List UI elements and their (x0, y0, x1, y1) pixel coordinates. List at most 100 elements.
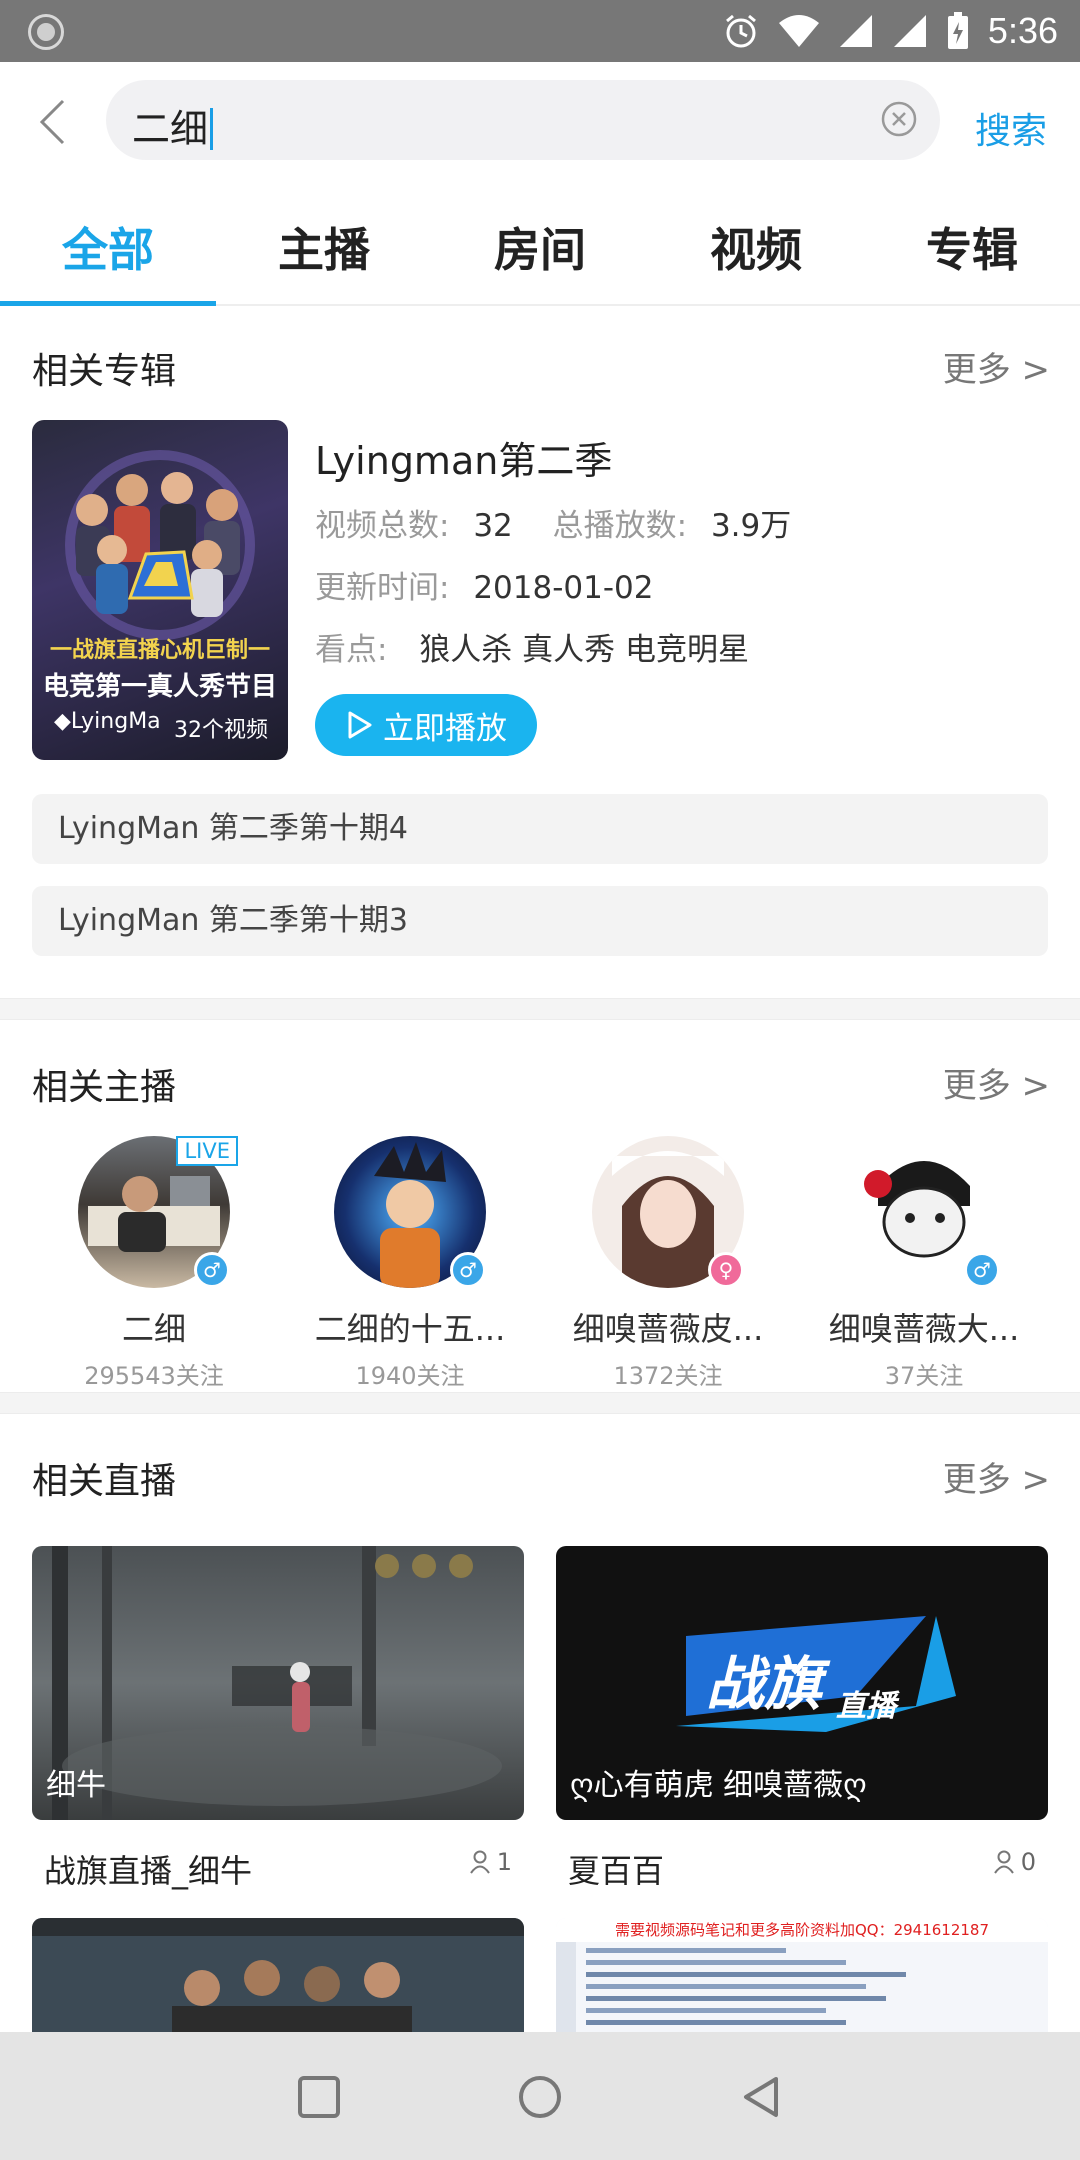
album-updated-row: 更新时间: 2018-01-02 (315, 562, 653, 607)
live-card[interactable]: 需要视频源码笔记和更多高阶资料加QQ：2941612187 (556, 1918, 1048, 2032)
back-button[interactable] (22, 90, 82, 154)
thumbnail-label: 细牛 (46, 1768, 106, 1803)
album-stats-row: 视频总数: 32 总播放数: 3.9万 (315, 500, 791, 545)
cover-artwork (65, 450, 255, 640)
live-thumbnail (32, 1918, 524, 2032)
avatar: ♂ (848, 1136, 1000, 1288)
notification-icon (28, 14, 64, 50)
live-card[interactable]: 细牛 战旗直播_细牛 1 (32, 1546, 524, 1890)
plays-value: 3.9万 (710, 508, 792, 544)
cover-title-line2: 电竞第一真人秀节目 (42, 672, 277, 702)
signal-icon-2 (893, 15, 926, 47)
albums-more-link[interactable]: 更多 > (943, 342, 1050, 391)
alarm-icon (725, 14, 756, 48)
recent-apps-button[interactable] (296, 2074, 342, 2120)
viewer-count-value: 1 (496, 1848, 512, 1876)
album-title[interactable]: Lyingman第二季 (315, 430, 612, 485)
clear-icon[interactable] (880, 100, 918, 138)
tab-all[interactable]: 全部 (0, 214, 216, 280)
category-tabs: 全部 主播 房间 视频 专辑 (0, 182, 1080, 306)
viewer-count-value: 0 (1020, 1848, 1036, 1876)
search-query: 二细 (132, 107, 209, 151)
avatar: ♀ (592, 1136, 744, 1288)
live-card[interactable]: 战旗 直播 ღ心有萌虎 细嗅蔷薇ღ 夏百百 0 (556, 1546, 1048, 1890)
avatar: ♂ (334, 1136, 486, 1288)
section-divider (0, 998, 1080, 1020)
viewer-count: 0 (993, 1848, 1036, 1876)
signal-icon (839, 15, 872, 47)
streamer-card[interactable]: LIVE ♂ 二细 295543关注 (44, 1136, 264, 1391)
status-bar: 5:36 (0, 0, 1080, 62)
clock: 5:36 (987, 10, 1058, 51)
text-caret (210, 108, 214, 150)
search-button[interactable]: 搜索 (975, 102, 1047, 154)
live-badge: LIVE (176, 1136, 238, 1166)
updated-value: 2018-01-02 (473, 570, 654, 606)
home-button[interactable] (517, 2074, 563, 2120)
streamer-card[interactable]: ♂ 二细的十五... 1940关注 (300, 1136, 520, 1391)
streamer-followers: 1940关注 (355, 1362, 465, 1390)
chevron-left-icon (39, 99, 65, 145)
streamer-name: 二细 (121, 1310, 186, 1348)
plays-key: 总播放数: (552, 508, 688, 544)
thumbnail-label: ღ心有萌虎 细嗅蔷薇ღ (570, 1768, 867, 1803)
battery-icon (947, 12, 968, 49)
streamer-card[interactable]: ♀ 细嗅蔷薇皮... 1372关注 (558, 1136, 778, 1391)
code-editor-screenshot (556, 1942, 906, 2032)
streamer-name: 细嗅蔷薇大... (828, 1310, 1020, 1348)
tab-streamers[interactable]: 主播 (216, 214, 432, 280)
video-count-value: 32 (473, 508, 513, 544)
episode-item[interactable]: LyingMan 第二季第十期3 (32, 886, 1048, 956)
streamers-section-title: 相关主播 (32, 1067, 177, 1108)
banner-text: 需要视频源码笔记和更多高阶资料加QQ：2941612187 (556, 1918, 1048, 1942)
male-icon: ♂ (194, 1252, 230, 1288)
album-tags-row: 看点: 狼人杀 真人秀 电竞明星 (315, 624, 749, 669)
tab-albums[interactable]: 专辑 (864, 214, 1080, 280)
live-thumbnail: 战旗 直播 ღ心有萌虎 细嗅蔷薇ღ (556, 1546, 1048, 1820)
play-now-button[interactable]: 立即播放 (315, 694, 537, 756)
logo-text: 战旗 (706, 1650, 831, 1718)
albums-section-title: 相关专辑 (32, 351, 177, 392)
tab-rooms[interactable]: 房间 (432, 214, 648, 280)
streamer-name: 细嗅蔷薇皮... (572, 1310, 764, 1348)
streamer-followers: 1372关注 (613, 1362, 723, 1390)
streamer-followers: 295543关注 (84, 1362, 224, 1390)
person-icon (469, 1850, 490, 1874)
viewer-count: 1 (469, 1848, 512, 1876)
section-divider (0, 1392, 1080, 1414)
album-cover[interactable]: 一战旗直播心机巨制一 电竞第一真人秀节目 ◆LyingMa 32个视频 (32, 420, 288, 760)
male-icon: ♂ (964, 1252, 1000, 1288)
person-icon (993, 1850, 1014, 1874)
search-input[interactable]: 二细 (106, 80, 940, 160)
episode-item[interactable]: LyingMan 第二季第十期4 (32, 794, 1048, 864)
live-thumbnail: 细牛 (32, 1546, 524, 1820)
logo-subtext: 直播 (836, 1689, 900, 1724)
play-now-label: 立即播放 (383, 710, 507, 747)
cover-title-line1: 一战旗直播心机巨制一 (49, 638, 270, 663)
back-nav-button[interactable] (738, 2074, 784, 2120)
active-tab-indicator (0, 301, 216, 306)
live-title: 战旗直播_细牛 (44, 1852, 253, 1890)
streamer-card[interactable]: ♂ 细嗅蔷薇大... 37关注 (814, 1136, 1034, 1391)
avatar: LIVE ♂ (78, 1136, 238, 1288)
tags-value: 狼人杀 真人秀 电竞明星 (419, 632, 750, 668)
male-icon: ♂ (450, 1252, 486, 1288)
tags-key: 看点: (315, 632, 388, 668)
updated-key: 更新时间: (315, 570, 450, 606)
search-header: 二细 搜索 (0, 62, 1080, 182)
streamer-followers: 37关注 (884, 1362, 964, 1390)
video-count-key: 视频总数: (315, 508, 450, 544)
live-card[interactable] (32, 1918, 524, 2032)
play-icon (348, 711, 372, 739)
tab-videos[interactable]: 视频 (648, 214, 864, 280)
system-nav-bar (0, 2032, 1080, 2160)
live-thumbnail: 需要视频源码笔记和更多高阶资料加QQ：2941612187 (556, 1918, 1048, 2032)
streamers-more-link[interactable]: 更多 > (943, 1058, 1050, 1107)
cover-name: ◆LyingMa (54, 709, 161, 734)
live-more-link[interactable]: 更多 > (943, 1452, 1050, 1501)
live-title: 夏百百 (568, 1852, 665, 1890)
wifi-icon (778, 15, 819, 47)
female-icon: ♀ (708, 1252, 744, 1288)
cover-video-count: 32个视频 (174, 718, 268, 743)
lyingman-logo (127, 550, 194, 600)
